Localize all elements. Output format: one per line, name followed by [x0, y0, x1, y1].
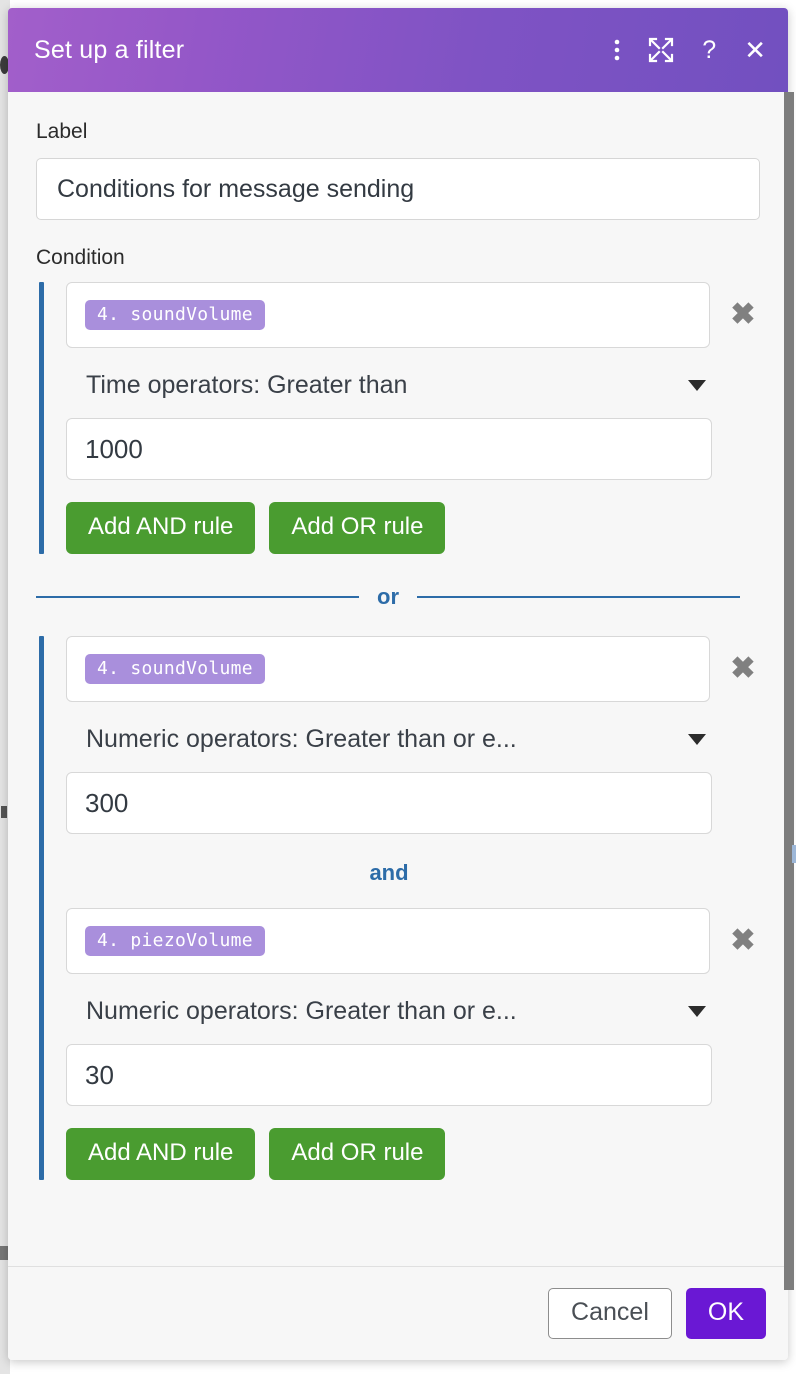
cancel-button[interactable]: Cancel	[548, 1288, 672, 1339]
operator-dropdown[interactable]: Numeric operators: Greater than or e...	[66, 984, 712, 1038]
add-and-rule-button[interactable]: Add AND rule	[66, 502, 256, 554]
close-icon[interactable]: ✕	[744, 37, 766, 63]
rule-row: 4. piezoVolume ✖	[66, 908, 760, 974]
variable-chip[interactable]: 4. soundVolume	[85, 299, 265, 331]
divider-line-right	[417, 596, 740, 598]
dialog-body: Label Condition 4. soundVolume ✖ Time op…	[8, 92, 788, 1266]
dialog-footer: Cancel OK	[8, 1266, 788, 1360]
titlebar-actions: ? ✕	[614, 37, 766, 63]
filter-label-input[interactable]	[36, 158, 760, 220]
add-or-rule-button[interactable]: Add OR rule	[269, 1128, 446, 1180]
delete-rule-icon[interactable]: ✖	[726, 298, 760, 332]
or-divider-label: or	[377, 584, 399, 609]
chevron-down-icon	[688, 1005, 706, 1017]
add-or-rule-button[interactable]: Add OR rule	[269, 502, 446, 554]
operator-dropdown[interactable]: Time operators: Greater than	[66, 358, 712, 412]
rule-row: 4. soundVolume ✖	[66, 282, 760, 348]
delete-rule-icon[interactable]: ✖	[726, 924, 760, 958]
screen: Set up a filter ? ✕ Label Conditions for…	[0, 0, 796, 1374]
chevron-down-icon	[688, 379, 706, 391]
dialog-titlebar: Set up a filter ? ✕	[8, 8, 788, 92]
operator-label: Numeric operators: Greater than or e...	[86, 996, 517, 1025]
more-options-icon[interactable]	[614, 38, 620, 62]
rule-group-buttons: Add AND rule Add OR rule	[66, 502, 760, 554]
variable-chip[interactable]: 4. piezoVolume	[85, 925, 265, 957]
background-marker-middle	[1, 806, 7, 818]
delete-rule-icon[interactable]: ✖	[726, 652, 760, 686]
background-marker-bottom	[0, 1246, 8, 1260]
operator-label: Time operators: Greater than	[86, 370, 408, 399]
rule-group-2: 4. soundVolume ✖ Numeric operators: Grea…	[36, 636, 760, 1180]
rule-value-input[interactable]	[66, 418, 712, 480]
ok-button[interactable]: OK	[685, 1288, 766, 1339]
and-connector-label: and	[369, 860, 409, 885]
label-caption: Label	[36, 120, 88, 143]
variable-chip[interactable]: 4. soundVolume	[85, 653, 265, 685]
variable-field[interactable]: 4. piezoVolume	[66, 908, 710, 974]
add-and-rule-button[interactable]: Add AND rule	[66, 1128, 256, 1180]
chevron-down-icon	[688, 733, 706, 745]
rule-group-1: 4. soundVolume ✖ Time operators: Greater…	[36, 282, 760, 554]
operator-label: Numeric operators: Greater than or e...	[86, 724, 517, 753]
rule-value-input[interactable]	[66, 1044, 712, 1106]
scrollbar-marker	[792, 845, 796, 863]
filter-dialog: Set up a filter ? ✕ Label Conditions for…	[8, 8, 788, 1360]
variable-field[interactable]: 4. soundVolume	[66, 636, 710, 702]
rule-group-buttons: Add AND rule Add OR rule	[66, 1128, 760, 1180]
condition-caption: Condition	[36, 246, 125, 269]
variable-field[interactable]: 4. soundVolume	[66, 282, 710, 348]
dialog-title: Set up a filter	[34, 35, 185, 64]
or-divider: or	[36, 584, 740, 610]
help-icon[interactable]: ?	[702, 37, 716, 63]
divider-line-left	[36, 596, 359, 598]
scrollbar-thumb[interactable]	[784, 92, 794, 1290]
rule-value-input[interactable]	[66, 772, 712, 834]
expand-icon[interactable]	[648, 37, 674, 63]
operator-dropdown[interactable]: Numeric operators: Greater than or e...	[66, 712, 712, 766]
rule-row: 4. soundVolume ✖	[66, 636, 760, 702]
